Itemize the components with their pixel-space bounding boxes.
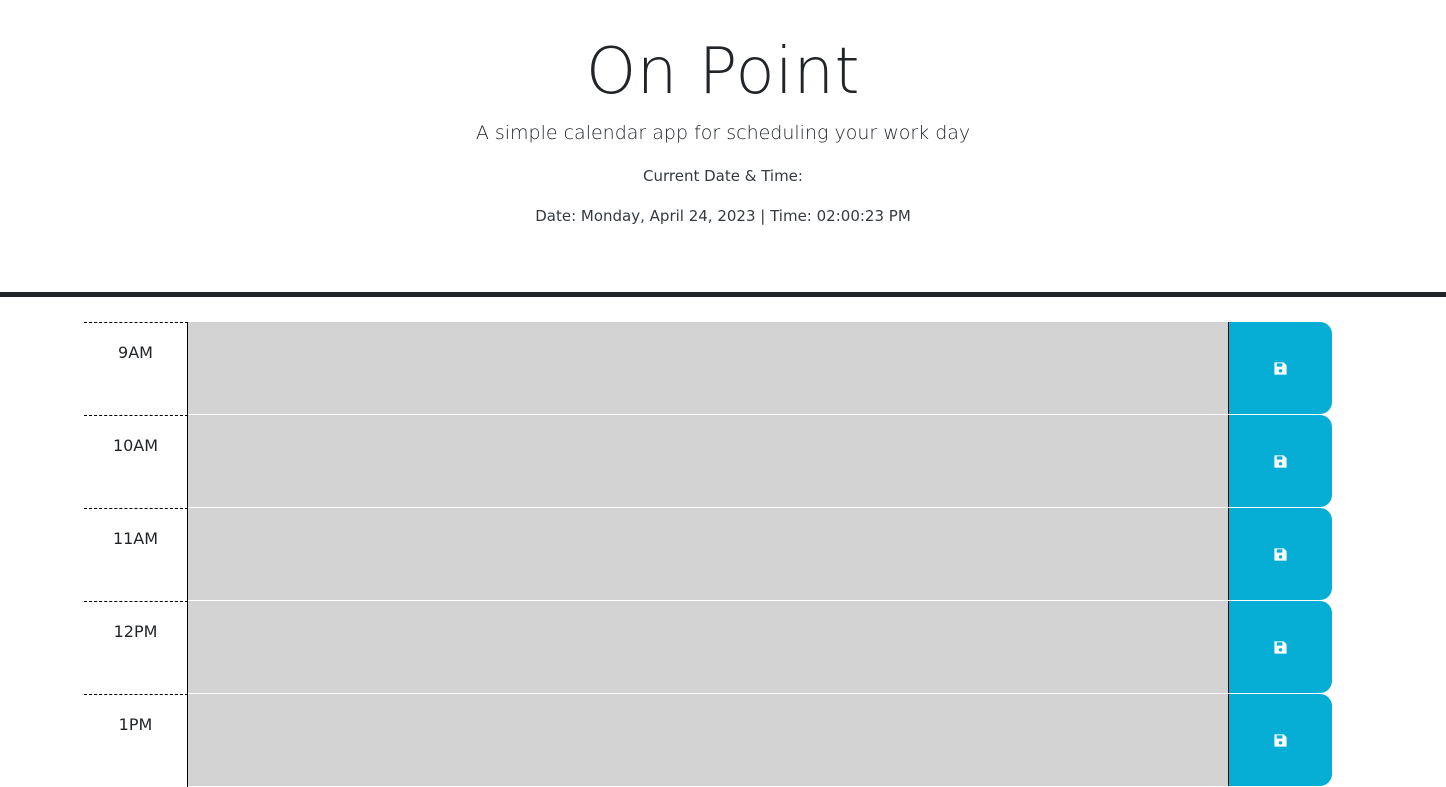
page-subtitle: A simple calendar app for scheduling you… — [475, 122, 971, 144]
floppy-disk-icon — [1273, 733, 1288, 748]
time-block-row: 1PM — [84, 694, 1332, 787]
hour-label: 11AM — [84, 508, 188, 601]
floppy-disk-icon — [1273, 640, 1288, 655]
event-description-input[interactable] — [188, 694, 1228, 786]
hour-label: 1PM — [84, 694, 188, 787]
header-divider — [0, 292, 1446, 297]
hour-label: 9AM — [84, 322, 188, 415]
hour-label: 12PM — [84, 601, 188, 694]
time-block-row: 11AM — [84, 508, 1332, 601]
floppy-disk-icon — [1273, 547, 1288, 562]
time-block-row: 10AM — [84, 415, 1332, 508]
save-button[interactable] — [1228, 508, 1332, 600]
floppy-disk-icon — [1273, 454, 1288, 469]
save-button[interactable] — [1228, 322, 1332, 414]
event-description-input[interactable] — [188, 601, 1228, 693]
current-datetime: Date: Monday, April 24, 2023 | Time: 02:… — [535, 207, 911, 225]
page-header: On Point A simple calendar app for sched… — [0, 0, 1446, 292]
event-description-input[interactable] — [188, 322, 1228, 414]
event-description-input[interactable] — [188, 415, 1228, 507]
time-block-row: 9AM — [84, 322, 1332, 415]
save-button[interactable] — [1228, 694, 1332, 786]
page-title: On Point — [585, 35, 861, 109]
current-datetime-label: Current Date & Time: — [643, 167, 803, 185]
event-description-input[interactable] — [188, 508, 1228, 600]
time-block-row: 12PM — [84, 601, 1332, 694]
floppy-disk-icon — [1273, 361, 1288, 376]
save-button[interactable] — [1228, 601, 1332, 693]
save-button[interactable] — [1228, 415, 1332, 507]
hour-label: 10AM — [84, 415, 188, 508]
